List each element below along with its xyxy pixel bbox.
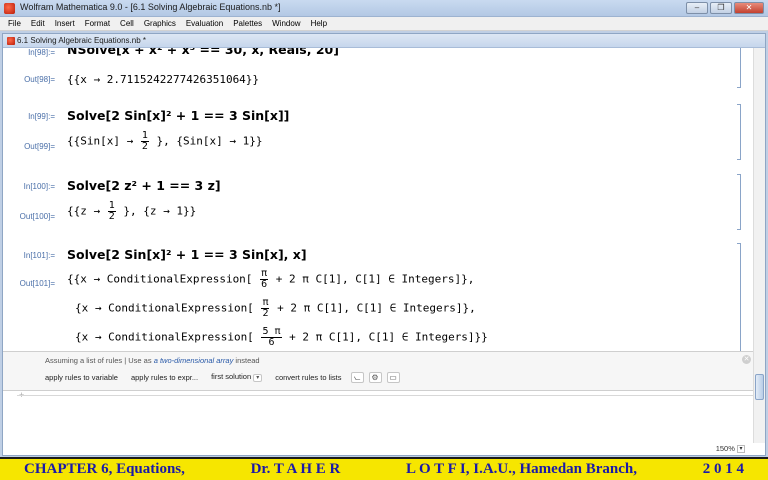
cell-bracket[interactable] [737, 48, 741, 88]
fraction-denominator: 6 [261, 279, 268, 290]
in101-label: In[101]:= [23, 251, 55, 260]
banner-chapter: CHAPTER 6, Equations, [24, 461, 185, 477]
out101-row-3-post: + 2 π C[1], C[1] ∈ Integers]}} [289, 330, 488, 344]
menu-help[interactable]: Help [306, 17, 332, 30]
footer-banner: CHAPTER 6, Equations, Dr. T A H E R L O … [0, 457, 768, 480]
gear-icon[interactable]: ⚙ [368, 371, 382, 383]
cell-bracket[interactable] [737, 174, 741, 230]
in100-label: In[100]:= [23, 182, 55, 191]
out99-pre: {{Sin[x] → [67, 134, 134, 148]
menu-window[interactable]: Window [267, 17, 305, 30]
cell-bracket[interactable] [737, 104, 741, 160]
in99-input[interactable]: Solve[2 Sin[x]² + 1 == 3 Sin[x]] [67, 108, 289, 123]
out100-label: Out[100]= [19, 212, 55, 221]
out100-output[interactable]: {{z → 12 }, {z → 1}} [67, 201, 196, 222]
window-title: Wolfram Mathematica 9.0 - [6.1 Solving A… [20, 2, 281, 12]
out101-row-3-pre: {x → ConditionalExpression[ [75, 330, 254, 344]
suggestions-instead: instead [235, 356, 260, 365]
chevron-down-icon: ▾ [737, 445, 745, 454]
suggestions-header: Assuming a list of rules | Use as a two-… [45, 356, 260, 365]
menu-format[interactable]: Format [80, 17, 115, 30]
mathematica-icon [4, 3, 15, 14]
zoom-level: 150% [715, 444, 735, 453]
apply-rules-to-variable-button[interactable]: apply rules to variable [41, 371, 122, 384]
close-suggestions-icon[interactable]: ✕ [742, 355, 751, 364]
fraction: 12 [140, 131, 149, 152]
app-window: Wolfram Mathematica 9.0 - [6.1 Solving A… [0, 0, 768, 480]
convert-rules-to-lists-button[interactable]: convert rules to lists [271, 371, 345, 384]
banner-author-last: L O T F I, I.A.U., Hamedan Branch, [406, 461, 638, 477]
notebook-area: 6.1 Solving Algebraic Equations.nb * In[… [0, 31, 768, 457]
menu-insert[interactable]: Insert [50, 17, 80, 30]
out101-row-3[interactable]: {x → ConditionalExpression[ 5 π6 + 2 π C… [75, 327, 488, 348]
suggestions-buttons: apply rules to variable apply rules to e… [41, 370, 400, 384]
first-solution-label: first solution [211, 372, 252, 381]
fraction: π2 [261, 298, 270, 319]
cell-bracket[interactable] [737, 243, 741, 351]
notebook-cells[interactable]: In[98]:= NSolve[x + x² + x³ == 30, x, Re… [3, 48, 743, 351]
close-button[interactable]: ✕ [734, 2, 764, 14]
notebook-title: 6.1 Solving Algebraic Equations.nb * [17, 36, 146, 45]
in98-input[interactable]: NSolve[x + x² + x³ == 30, x, Reals, 20] [67, 48, 339, 57]
out101-row-2-post: + 2 π C[1], C[1] ∈ Integers]}, [277, 301, 476, 315]
out99-output[interactable]: {{Sin[x] → 12 }, {Sin[x] → 1}} [67, 131, 262, 152]
out101-label: Out[101]= [19, 279, 55, 288]
notebook-icon [7, 37, 15, 45]
out100-post: }, {z → 1}} [123, 204, 197, 218]
fraction: π6 [260, 269, 269, 290]
window-controls: – ❐ ✕ [686, 2, 764, 14]
out101-row-2[interactable]: {x → ConditionalExpression[ π2 + 2 π C[1… [75, 298, 476, 319]
menu-graphics[interactable]: Graphics [139, 17, 181, 30]
apply-rules-to-expr-button[interactable]: apply rules to expr... [127, 371, 202, 384]
in101-input[interactable]: Solve[2 Sin[x]² + 1 == 3 Sin[x], x] [67, 247, 307, 262]
vertical-scrollbar[interactable] [753, 48, 765, 443]
banner-author-first: Dr. T A H E R [250, 461, 341, 477]
menu-file[interactable]: File [3, 17, 26, 30]
feedback-icon[interactable]: ▭ [386, 371, 400, 383]
menu-bar: File Edit Insert Format Cell Graphics Ev… [0, 17, 768, 31]
out99-label: Out[99]= [24, 142, 55, 151]
scrollbar-thumb[interactable] [755, 374, 764, 400]
in99-label: In[99]:= [28, 112, 55, 121]
suggestions-assumption: Assuming a list of rules [45, 356, 123, 365]
out101-row-1-post: + 2 π C[1], C[1] ∈ Integers]}, [275, 272, 475, 286]
cell-insertion-line[interactable] [17, 395, 757, 396]
zoom-control[interactable]: 150% ▾ [715, 444, 745, 454]
menu-cell[interactable]: Cell [115, 17, 139, 30]
minimize-button[interactable]: – [686, 2, 708, 14]
banner-year: 2 0 1 4 [702, 461, 744, 477]
suggestions-use-as: Use as [128, 356, 152, 365]
out101-row-1-pre: {{x → ConditionalExpression[ [67, 272, 253, 286]
maximize-button[interactable]: ❐ [710, 2, 732, 14]
suggestions-separator: | [124, 356, 127, 365]
window-title-bar: Wolfram Mathematica 9.0 - [6.1 Solving A… [0, 0, 768, 17]
out100-pre: {{z → [67, 204, 101, 218]
out99-post: }, {Sin[x] → 1}} [156, 134, 263, 148]
fraction-denominator: 2 [108, 211, 115, 222]
menu-evaluation[interactable]: Evaluation [181, 17, 228, 30]
fraction: 5 π6 [261, 327, 282, 348]
fraction-denominator: 6 [268, 337, 275, 348]
banner-text: CHAPTER 6, Equations, Dr. T A H E R L O … [0, 461, 768, 478]
notebook-window: 6.1 Solving Algebraic Equations.nb * In[… [2, 33, 766, 456]
out101-row-1[interactable]: {{x → ConditionalExpression[ π6 + 2 π C[… [67, 269, 474, 290]
fraction-denominator: 2 [262, 308, 269, 319]
chevron-down-icon: ▾ [253, 374, 263, 382]
fraction-denominator: 2 [141, 141, 148, 152]
suggestions-history-icon[interactable]: ⦦ [350, 371, 364, 383]
in98-label: In[98]:= [28, 48, 55, 57]
notebook-title-bar: 6.1 Solving Algebraic Equations.nb * [3, 34, 765, 48]
suggestions-bar: Assuming a list of rules | Use as a two-… [3, 351, 765, 391]
first-solution-button[interactable]: first solution ▾ [207, 370, 266, 384]
out98-output[interactable]: {{x → 2.7115242277426351064}} [67, 73, 259, 86]
out98-label: Out[98]= [24, 75, 55, 84]
menu-edit[interactable]: Edit [26, 17, 50, 30]
two-dimensional-array-link[interactable]: a two-dimensional array [154, 356, 234, 365]
fraction: 12 [107, 201, 116, 222]
in100-input[interactable]: Solve[2 z² + 1 == 3 z] [67, 178, 221, 193]
out101-row-2-pre: {x → ConditionalExpression[ [75, 301, 254, 315]
menu-palettes[interactable]: Palettes [228, 17, 267, 30]
